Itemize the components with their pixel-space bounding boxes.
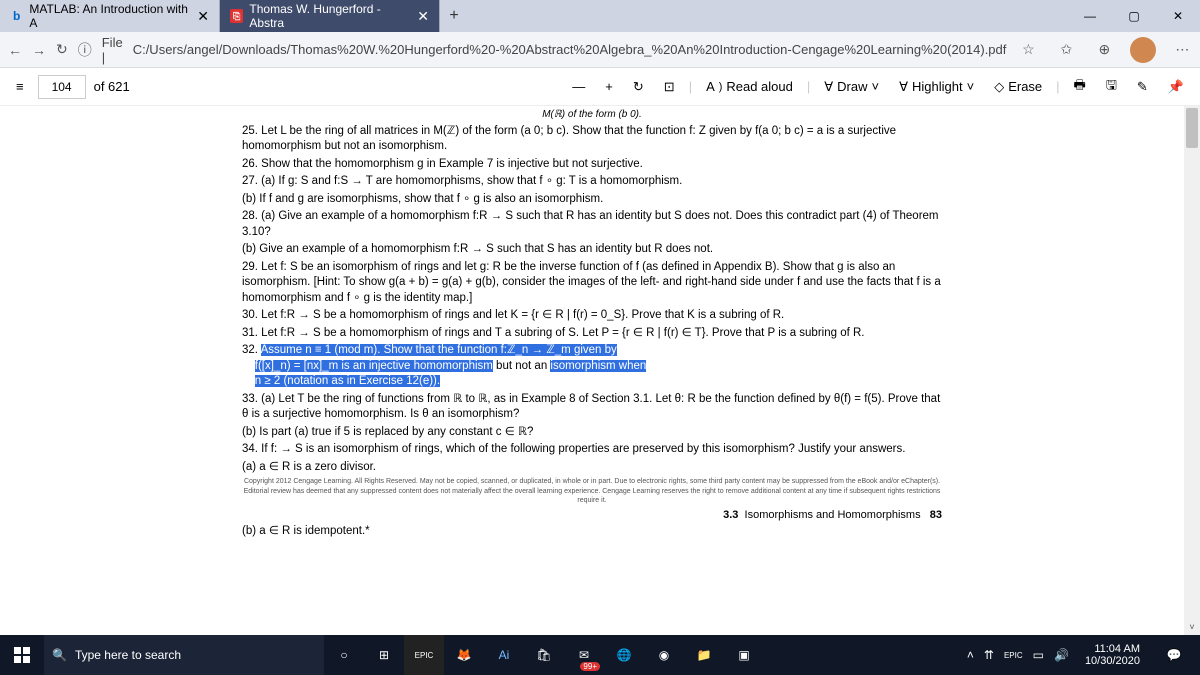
- search-icon: 🔍: [52, 648, 67, 662]
- page-input[interactable]: [38, 75, 86, 99]
- scroll-down-icon[interactable]: ˅: [1184, 619, 1200, 635]
- close-icon[interactable]: ✕: [197, 8, 209, 25]
- profile-avatar[interactable]: [1130, 37, 1156, 63]
- tab-hungerford[interactable]: ⎘ Thomas W. Hungerford - Abstra ✕: [220, 0, 440, 32]
- save-icon[interactable]: 🖫: [1100, 74, 1123, 100]
- start-button[interactable]: [0, 635, 44, 675]
- exercise-27a: 27. (a) If g: S and f:S → T are homomorp…: [242, 174, 942, 190]
- info-icon[interactable]: ⓘ: [78, 38, 92, 62]
- tab-label: MATLAB: An Introduction with A: [29, 2, 191, 30]
- tab-label: Thomas W. Hungerford - Abstra: [249, 2, 411, 30]
- explorer-icon[interactable]: 📁: [684, 635, 724, 675]
- exercise-29: 29. Let f: S be an isomorphism of rings …: [242, 260, 942, 307]
- edge-icon[interactable]: 🌐: [604, 635, 644, 675]
- page-total: of 621: [94, 79, 130, 94]
- zoom-out-button[interactable]: —: [566, 74, 591, 100]
- exercise-32: 32. Assume n ≡ 1 (mod m). Show that the …: [242, 343, 942, 390]
- forward-button[interactable]: →: [32, 38, 46, 62]
- contents-button[interactable]: ≡: [10, 74, 30, 100]
- text-selection: Assume n ≡ 1 (mod m). Show that the func…: [261, 344, 617, 356]
- epic-tray-icon[interactable]: EPIC: [1004, 651, 1023, 660]
- system-tray: ˄ ⇈ EPIC ▭ 🔊 11:04 AM 10/30/2020 💬: [959, 635, 1200, 675]
- collections-icon[interactable]: ⊕: [1092, 38, 1116, 62]
- exercise-27b: (b) If f and g are isomorphisms, show th…: [242, 192, 942, 208]
- page-top-fragment: M(ℝ) of the form (b 0).: [242, 108, 942, 122]
- exercise-34b: (b) a ∈ R is idempotent.*: [242, 524, 942, 540]
- epic-icon[interactable]: EPIC: [404, 635, 444, 675]
- favorites-icon[interactable]: ✩: [1054, 38, 1078, 62]
- close-window-button[interactable]: ✕: [1156, 0, 1200, 32]
- star-icon[interactable]: ☆: [1016, 38, 1040, 62]
- mail-icon[interactable]: ✉99+: [564, 635, 604, 675]
- pdf-viewport[interactable]: M(ℝ) of the form (b 0). 25. Let L be the…: [0, 106, 1184, 635]
- mail-badge: 99+: [580, 662, 600, 671]
- text-selection: isomorphism when: [550, 360, 646, 372]
- exercise-26: 26. Show that the homomorphism g in Exam…: [242, 157, 942, 173]
- titlebar: b MATLAB: An Introduction with A ✕ ⎘ Tho…: [0, 0, 1200, 32]
- scrollbar-thumb[interactable]: [1186, 108, 1198, 148]
- firefox-icon[interactable]: 🦊: [444, 635, 484, 675]
- exercise-33a: 33. (a) Let T be the ring of functions f…: [242, 392, 942, 423]
- app-icon[interactable]: ▣: [724, 635, 764, 675]
- url-prefix: File |: [102, 35, 123, 65]
- notifications-icon[interactable]: 💬: [1156, 635, 1192, 675]
- taskbar: 🔍 Type here to search ○ ⊞ EPIC 🦊 Ai 🛍 ✉9…: [0, 635, 1200, 675]
- erase-button[interactable]: ◇ Erase: [988, 74, 1048, 100]
- url-field[interactable]: C:/Users/angel/Downloads/Thomas%20W.%20H…: [133, 42, 1007, 57]
- close-icon[interactable]: ✕: [417, 8, 429, 25]
- volume-icon[interactable]: 🔊: [1054, 648, 1069, 662]
- exercise-28a: 28. (a) Give an example of a homomorphis…: [242, 209, 942, 240]
- maximize-button[interactable]: ▢: [1112, 0, 1156, 32]
- chrome-icon[interactable]: ◉: [644, 635, 684, 675]
- new-tab-button[interactable]: +: [440, 2, 468, 30]
- rotate-button[interactable]: ↻: [627, 74, 650, 100]
- window-controls: — ▢ ✕: [1068, 0, 1200, 32]
- annotate-icon[interactable]: ✎: [1131, 74, 1154, 100]
- exercise-33b: (b) Is part (a) true if 5 is replaced by…: [242, 425, 942, 441]
- battery-icon[interactable]: ▭: [1033, 648, 1044, 662]
- vertical-scrollbar[interactable]: ˄ ˅: [1184, 106, 1200, 635]
- text-selection: n ≥ 2 (notation as in Exercise 12(e)).: [255, 375, 440, 387]
- zoom-in-button[interactable]: +: [599, 74, 619, 100]
- clock[interactable]: 11:04 AM 10/30/2020: [1079, 643, 1146, 667]
- exercise-28b: (b) Give an example of a homomorphism f:…: [242, 242, 942, 258]
- tab-favicon: b: [10, 9, 23, 23]
- task-view-icon[interactable]: ⊞: [364, 635, 404, 675]
- exercise-25: 25. Let L be the ring of all matrices in…: [242, 124, 942, 155]
- search-placeholder: Type here to search: [75, 648, 181, 662]
- pin-icon[interactable]: 📌: [1162, 74, 1190, 100]
- taskbar-search[interactable]: 🔍 Type here to search: [44, 635, 324, 675]
- text-selection: f([x]_n) = [nx]_m is an injective homomo…: [255, 360, 493, 372]
- tray-chevron-icon[interactable]: ˄: [967, 648, 974, 662]
- fit-button[interactable]: ⊡: [658, 74, 681, 100]
- ai-icon[interactable]: Ai: [484, 635, 524, 675]
- highlight-button[interactable]: ∀ Highlight ˅: [893, 74, 980, 100]
- read-aloud-button[interactable]: A) Read aloud: [700, 74, 799, 100]
- cortana-icon[interactable]: ○: [324, 635, 364, 675]
- exercise-34a: (a) a ∈ R is a zero divisor.: [242, 460, 942, 476]
- minimize-button[interactable]: —: [1068, 0, 1112, 32]
- pdf-page: M(ℝ) of the form (b 0). 25. Let L be the…: [212, 106, 972, 635]
- tab-matlab[interactable]: b MATLAB: An Introduction with A ✕: [0, 0, 220, 32]
- exercise-30: 30. Let f:R → S be a homomorphism of rin…: [242, 308, 942, 324]
- pdf-toolbar: ≡ of 621 — + ↻ ⊡ | A) Read aloud | ∀ Dra…: [0, 68, 1200, 106]
- more-icon[interactable]: ⋯: [1170, 38, 1194, 62]
- copyright-text: Copyright 2012 Cengage Learning. All Rig…: [242, 477, 942, 505]
- store-icon[interactable]: 🛍: [524, 635, 564, 675]
- exercise-31: 31. Let f:R → S be a homomorphism of rin…: [242, 326, 942, 342]
- exercise-34: 34. If f: → S is an isomorphism of rings…: [242, 442, 942, 458]
- draw-button[interactable]: ∀ Draw ˅: [818, 74, 885, 100]
- back-button[interactable]: ←: [8, 38, 22, 62]
- print-icon[interactable]: 🖶: [1068, 74, 1092, 100]
- address-bar: ← → ↻ ⓘ File | C:/Users/angel/Downloads/…: [0, 32, 1200, 68]
- wifi-icon[interactable]: ⇈: [984, 648, 994, 662]
- tab-favicon: ⎘: [230, 9, 243, 23]
- section-footer: 3.3 Isomorphisms and Homomorphisms 83: [242, 508, 942, 523]
- refresh-button[interactable]: ↻: [56, 38, 68, 62]
